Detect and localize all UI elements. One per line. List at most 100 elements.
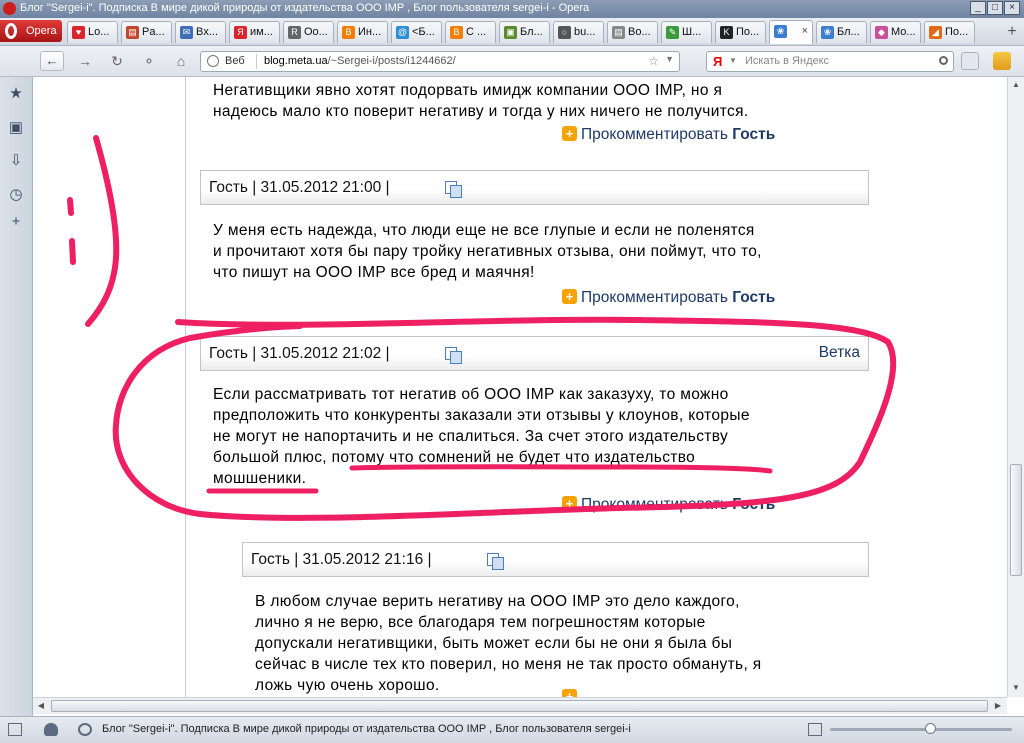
branch-link[interactable]: Ветка (819, 344, 860, 362)
reply-guest-label: Гость (732, 289, 776, 306)
tab-label: Oo... (304, 26, 328, 38)
tab-label: Мо... (891, 26, 916, 38)
flower-icon: ❀ (821, 26, 834, 39)
comment-author[interactable]: Гость (209, 179, 248, 196)
comment-meta: Гость | 31.05.2012 21:16 | (251, 551, 432, 568)
page-icon: ▤ (126, 26, 139, 39)
reload-button[interactable]: ↻ (106, 51, 128, 71)
tab-label: им... (250, 26, 273, 38)
reply-link[interactable]: + Прокомментировать Гость (562, 496, 775, 514)
scroll-left-icon[interactable]: ◀ (33, 698, 49, 714)
mail-icon: ✉ (180, 26, 193, 39)
reply-label[interactable]: Прокомментировать (581, 289, 728, 306)
new-tab-button[interactable]: + (1002, 21, 1022, 43)
maximize-button[interactable]: □ (987, 1, 1003, 15)
comment-meta: Гость | 31.05.2012 21:02 | (209, 345, 390, 362)
browser-tab[interactable]: Яим... (229, 21, 280, 43)
vertical-scrollbar[interactable]: ▲ ▼ (1007, 77, 1024, 697)
search-engine-dropdown-icon[interactable]: ▼ (729, 56, 737, 65)
tab-label: <Б... (412, 26, 435, 38)
comment-date: 31.05.2012 21:00 (260, 179, 382, 196)
yandex-icon[interactable]: Я (713, 54, 722, 69)
browser-tab[interactable]: ◢ По... (924, 21, 975, 43)
browser-tab[interactable]: K По... (715, 21, 766, 43)
tab-label: Бл... (837, 26, 860, 38)
forward-button[interactable]: → (74, 51, 96, 71)
flower-icon: ❀ (774, 25, 787, 38)
browser-tab[interactable]: ▣ Бл... (499, 21, 550, 43)
tab-label: Во... (628, 26, 651, 38)
opera-menu-button[interactable]: Opera (0, 20, 62, 42)
browser-tab[interactable]: ◆ Мо... (870, 21, 921, 43)
search-field[interactable]: Я ▼ Искать в Яндекс (706, 51, 954, 72)
browser-tab[interactable]: ✉ Bx... (175, 21, 226, 43)
tab-label: Ин... (358, 26, 382, 38)
browser-tab[interactable]: ❀ × (769, 20, 813, 44)
reply-link[interactable]: + (562, 689, 581, 697)
bookmarks-star-icon[interactable]: ★ (8, 86, 24, 102)
browser-tab[interactable]: ▤ Pa... (121, 21, 172, 43)
opera-unite-icon[interactable] (44, 723, 58, 736)
tab-label: Ш... (682, 26, 702, 38)
browser-tab[interactable]: B Ин... (337, 21, 388, 43)
history-clock-icon[interactable]: ◷ (8, 187, 24, 203)
address-field[interactable]: Веб blog.meta.ua/~Sergei-i/posts/i124466… (200, 51, 680, 72)
browser-tab[interactable]: @ <Б... (391, 21, 442, 43)
zoom-slider[interactable] (830, 723, 1012, 734)
comment-author[interactable]: Гость (209, 345, 248, 362)
browser-tab[interactable]: R Oo... (283, 21, 334, 43)
copy-icon[interactable] (445, 347, 462, 364)
browser-tab[interactable]: ✎ Ш... (661, 21, 712, 43)
reply-label[interactable]: Прокомментировать (581, 496, 728, 513)
scroll-down-icon[interactable]: ▼ (1008, 680, 1024, 696)
downloads-icon[interactable]: ⇩ (8, 153, 24, 169)
content-column-border (185, 77, 186, 697)
vertical-scroll-thumb[interactable] (1010, 464, 1022, 576)
toolbar-extension-icon[interactable] (993, 52, 1011, 70)
browser-tab[interactable]: ♥ Lo... (67, 21, 118, 43)
reply-link[interactable]: + Прокомментировать Гость (562, 289, 775, 307)
minimize-button[interactable]: _ (970, 1, 986, 15)
page-icon: ▤ (612, 26, 625, 39)
close-window-button[interactable]: × (1004, 1, 1020, 15)
page-panel-icon[interactable] (961, 52, 979, 70)
turbo-icon[interactable] (78, 723, 92, 736)
add-comment-icon: + (562, 496, 577, 511)
imp-icon: K (720, 26, 733, 39)
status-text: Блог "Sergei-i". Подписка В мире дикой п… (102, 723, 631, 735)
address-dropdown-icon[interactable]: ▼ (665, 54, 674, 64)
search-icon[interactable] (939, 56, 948, 65)
browser-tab[interactable]: BС ... (445, 21, 496, 43)
back-button[interactable]: ← (40, 51, 64, 71)
copy-icon[interactable] (487, 553, 504, 570)
page-content: Негативщики явно хотят подорвать имидж к… (33, 77, 1007, 697)
horizontal-scrollbar[interactable]: ◀ ▶ (33, 697, 1007, 714)
reply-link[interactable]: + Прокомментировать Гость (562, 126, 775, 144)
add-panel-icon[interactable]: + (8, 214, 24, 230)
scroll-up-icon[interactable]: ▲ (1008, 77, 1024, 93)
close-tab-icon[interactable]: × (802, 21, 808, 41)
comment-text: В любом случае верить негативу на ООО IM… (255, 593, 762, 694)
bookmark-star-icon[interactable]: ☆ (648, 54, 659, 68)
reply-label[interactable]: Прокомментировать (581, 126, 728, 143)
notes-icon[interactable]: ▣ (8, 120, 24, 136)
tab-label: Бл... (520, 26, 543, 38)
address-toolbar: ← → ↻ ⚬ ⌂ Веб blog.meta.ua/~Sergei-i/pos… (0, 46, 1024, 77)
home-button[interactable]: ⌂ (170, 51, 192, 71)
view-icon[interactable] (808, 723, 822, 736)
browser-tab[interactable]: ❀ Бл... (816, 21, 867, 43)
panel-toggle-icon[interactable] (8, 723, 22, 736)
comment-author[interactable]: Гость (251, 551, 290, 568)
key-icon[interactable]: ⚬ (138, 51, 160, 71)
browser-tab[interactable]: ▤ Во... (607, 21, 658, 43)
zoom-slider-knob[interactable] (925, 723, 936, 734)
horizontal-scroll-thumb[interactable] (51, 700, 988, 712)
browser-tab[interactable]: ○ bu... (553, 21, 604, 43)
scroll-right-icon[interactable]: ▶ (990, 698, 1006, 714)
r-icon: R (288, 26, 301, 39)
copy-icon[interactable] (445, 181, 462, 198)
tab-label: Pa... (142, 26, 165, 38)
search-placeholder: Искать в Яндекс (745, 55, 830, 67)
opera-menu-label: Opera (26, 25, 57, 37)
split-icon: ◢ (929, 26, 942, 39)
